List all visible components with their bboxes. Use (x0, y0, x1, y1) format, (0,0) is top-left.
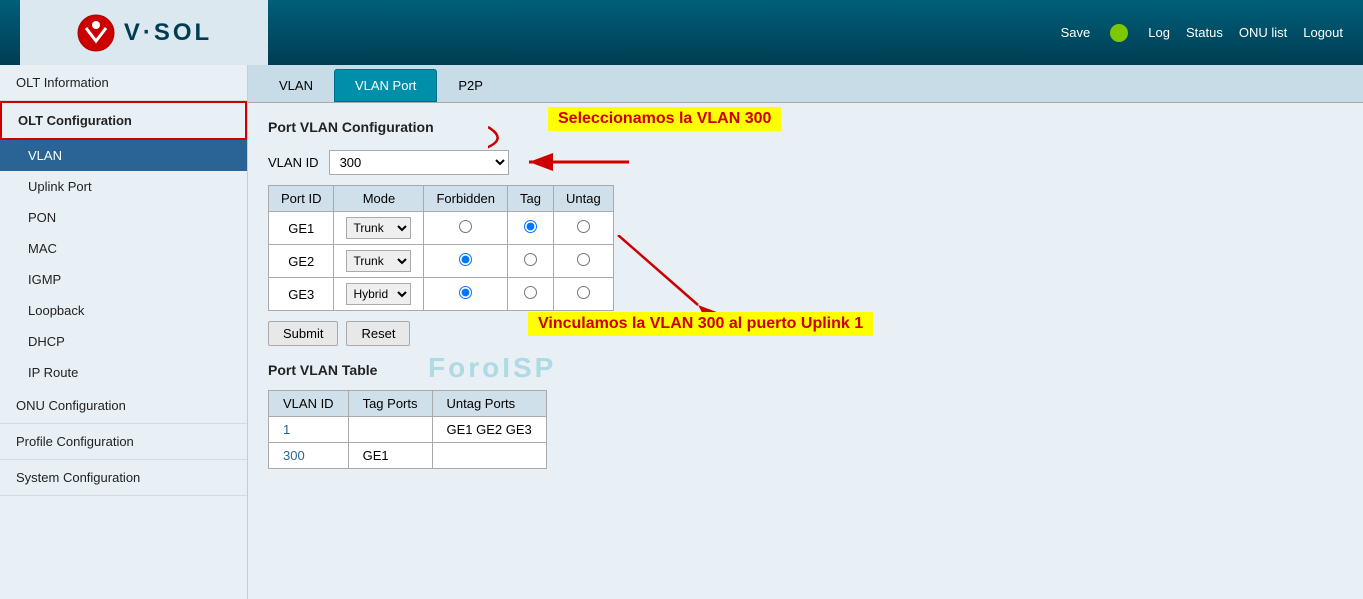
tag-ge1[interactable] (508, 212, 554, 245)
foroISP-watermark: ForoISP (428, 352, 556, 384)
sidebar-sub-item-igmp[interactable]: IGMP (0, 264, 247, 295)
sidebar-sub-item-uplink-port[interactable]: Uplink Port (0, 171, 247, 202)
tabs-bar: VLAN VLAN Port P2P (248, 65, 1363, 103)
status-dot (1110, 24, 1128, 42)
content-area: VLAN VLAN Port P2P Port VLAN Configurati… (248, 65, 1363, 599)
th-forbidden: Forbidden (424, 186, 508, 212)
untag-ge3[interactable] (553, 278, 613, 311)
mode-select-ge2[interactable]: Trunk Hybrid Access (346, 250, 411, 272)
log-link[interactable]: Log (1148, 25, 1170, 40)
vlan-summary-table: VLAN ID Tag Ports Untag Ports 1 GE1 GE2 … (268, 390, 547, 469)
sidebar-item-olt-configuration[interactable]: OLT Configuration (0, 101, 247, 140)
th-port-id: Port ID (269, 186, 334, 212)
radio-tag-ge3[interactable] (524, 286, 537, 299)
logo-text: V·SOL (124, 19, 212, 47)
vlan-row1-id: 1 (269, 417, 349, 443)
vsol-logo-icon (76, 13, 116, 53)
mode-ge3[interactable]: Trunk Hybrid Access (334, 278, 424, 311)
sidebar-sub-item-loopback[interactable]: Loopback (0, 295, 247, 326)
vlan-table-row-300: 300 GE1 (269, 443, 547, 469)
tab-p2p[interactable]: P2P (437, 69, 504, 102)
header-nav: Log Status ONU list Logout (1148, 25, 1343, 40)
radio-untag-ge2[interactable] (577, 253, 590, 266)
forbidden-ge3[interactable] (424, 278, 508, 311)
main-layout: OLT Information OLT Configuration VLAN U… (0, 65, 1363, 599)
save-label[interactable]: Save (1061, 25, 1091, 40)
tab-vlan-port[interactable]: VLAN Port (334, 69, 437, 102)
sidebar-sub-item-ip-route[interactable]: IP Route (0, 357, 247, 388)
annotation-bottom-text: Vinculamos la VLAN 300 al puerto Uplink … (528, 312, 873, 336)
vlan-id-select[interactable]: 300 1 (329, 150, 509, 175)
th-tag: Tag (508, 186, 554, 212)
sidebar: OLT Information OLT Configuration VLAN U… (0, 65, 248, 599)
table-row-ge1: GE1 Trunk Hybrid Access (269, 212, 614, 245)
mode-ge1[interactable]: Trunk Hybrid Access (334, 212, 424, 245)
vlan-id-label: VLAN ID (268, 155, 319, 170)
port-ge3: GE3 (269, 278, 334, 311)
vlan-row1-tag (348, 417, 432, 443)
vlan-row1-untag: GE1 GE2 GE3 (432, 417, 546, 443)
sidebar-item-system-configuration[interactable]: System Configuration (0, 460, 247, 496)
logout-link[interactable]: Logout (1303, 25, 1343, 40)
port-ge2: GE2 (269, 245, 334, 278)
untag-ge1[interactable] (553, 212, 613, 245)
logo-area: V·SOL (20, 0, 268, 65)
radio-forbidden-ge3[interactable] (459, 286, 472, 299)
table-row-ge3: GE3 Trunk Hybrid Access (269, 278, 614, 311)
th-untag: Untag (553, 186, 613, 212)
vlan-th-tag-ports: Tag Ports (348, 391, 432, 417)
reset-button[interactable]: Reset (346, 321, 410, 346)
radio-tag-ge1[interactable] (524, 220, 537, 233)
vlan-row300-id: 300 (269, 443, 349, 469)
th-mode: Mode (334, 186, 424, 212)
header: V·SOL Save Log Status ONU list Logout (0, 0, 1363, 65)
mode-ge2[interactable]: Trunk Hybrid Access (334, 245, 424, 278)
sidebar-item-profile-configuration[interactable]: Profile Configuration (0, 424, 247, 460)
untag-ge2[interactable] (553, 245, 613, 278)
vlan-row300-untag (432, 443, 546, 469)
mode-select-ge1[interactable]: Trunk Hybrid Access (346, 217, 411, 239)
tag-ge3[interactable] (508, 278, 554, 311)
config-table-wrapper: Port ID Mode Forbidden Tag Untag GE1 (268, 185, 1343, 311)
tab-vlan[interactable]: VLAN (258, 69, 334, 102)
vlan-th-untag-ports: Untag Ports (432, 391, 546, 417)
vlan-id-row: VLAN ID 300 1 (268, 147, 1343, 177)
forbidden-ge2[interactable] (424, 245, 508, 278)
sidebar-sub-item-vlan[interactable]: VLAN (0, 140, 247, 171)
radio-untag-ge3[interactable] (577, 286, 590, 299)
submit-button[interactable]: Submit (268, 321, 338, 346)
port-ge1: GE1 (269, 212, 334, 245)
radio-untag-ge1[interactable] (577, 220, 590, 233)
annotation-wrapper-top: VLAN ID 300 1 (268, 147, 1343, 177)
radio-tag-ge2[interactable] (524, 253, 537, 266)
forbidden-ge1[interactable] (424, 212, 508, 245)
sidebar-item-olt-information[interactable]: OLT Information (0, 65, 247, 101)
page-wrapper: Port VLAN Configuration VLAN ID 300 1 (268, 119, 1343, 469)
header-right: Save Log Status ONU list Logout (1061, 24, 1343, 42)
sidebar-sub-item-mac[interactable]: MAC (0, 233, 247, 264)
tag-ge2[interactable] (508, 245, 554, 278)
vlan-th-id: VLAN ID (269, 391, 349, 417)
port-config-table: Port ID Mode Forbidden Tag Untag GE1 (268, 185, 614, 311)
port-vlan-config-title: Port VLAN Configuration (268, 119, 1343, 135)
mode-select-ge3[interactable]: Trunk Hybrid Access (346, 283, 411, 305)
sidebar-sub-item-dhcp[interactable]: DHCP (0, 326, 247, 357)
vlan-row300-tag: GE1 (348, 443, 432, 469)
arrow-to-select (519, 147, 639, 177)
sidebar-item-onu-configuration[interactable]: ONU Configuration (0, 388, 247, 424)
vlan-table-row-1: 1 GE1 GE2 GE3 (269, 417, 547, 443)
status-link[interactable]: Status (1186, 25, 1223, 40)
annotation-arrow-bottom-connect (598, 235, 718, 315)
onu-list-link[interactable]: ONU list (1239, 25, 1287, 40)
page-content: Port VLAN Configuration VLAN ID 300 1 (248, 103, 1363, 485)
radio-forbidden-ge2[interactable] (459, 253, 472, 266)
annotation-top-text: Seleccionamos la VLAN 300 (548, 107, 781, 131)
radio-forbidden-ge1[interactable] (459, 220, 472, 233)
table-row-ge2: GE2 Trunk Hybrid Access (269, 245, 614, 278)
sidebar-sub-item-pon[interactable]: PON (0, 202, 247, 233)
